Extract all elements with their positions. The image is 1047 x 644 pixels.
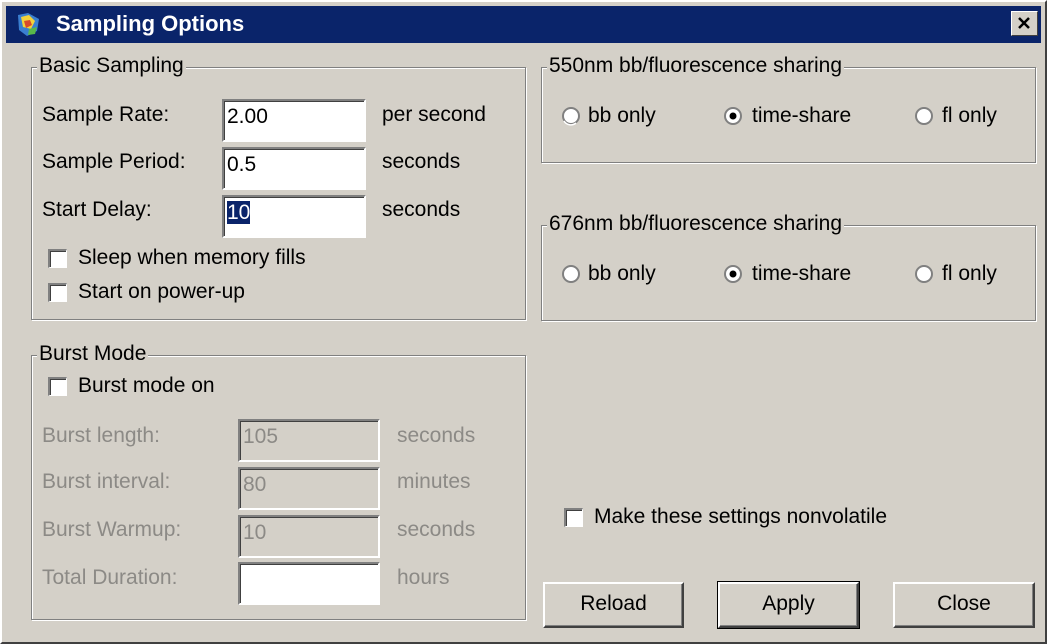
sample-period-unit: seconds [382, 150, 461, 173]
close-window-button[interactable] [1011, 11, 1038, 36]
total-duration-input[interactable] [238, 562, 380, 605]
radio-550-time-share-label[interactable]: time-share [752, 103, 851, 129]
radio-550-fl-only-label[interactable]: fl only [942, 103, 997, 129]
burst-interval-label: Burst interval: [42, 470, 171, 493]
close-button[interactable]: Close [893, 582, 1035, 628]
radio-550-bb-only[interactable] [561, 106, 581, 126]
window-title: Sampling Options [56, 11, 245, 36]
total-duration-label: Total Duration: [42, 566, 178, 589]
start-on-power-up-checkbox[interactable] [48, 283, 67, 302]
start-delay-unit: seconds [382, 198, 461, 221]
radio-676-bb-only-label[interactable]: bb only [588, 261, 656, 287]
start-on-power-up-label[interactable]: Start on power-up [78, 279, 245, 305]
burst-mode-on-checkbox[interactable] [48, 377, 67, 396]
sample-rate-label: Sample Rate: [42, 103, 170, 126]
burst-warmup-input[interactable]: 10 [238, 515, 380, 558]
sample-period-input[interactable]: 0.5 [222, 147, 366, 190]
app-icon [15, 11, 42, 38]
sharing-676-legend: 676nm bb/fluorescence sharing [547, 211, 845, 237]
burst-mode-on-label[interactable]: Burst mode on [78, 373, 215, 399]
burst-mode-legend: Burst Mode [37, 341, 149, 367]
sharing-550-legend: 550nm bb/fluorescence sharing [547, 53, 845, 79]
reload-button[interactable]: Reload [543, 582, 684, 628]
sample-rate-unit: per second [382, 103, 486, 126]
title-bar[interactable]: Sampling Options [6, 6, 1041, 43]
radio-550-time-share[interactable] [723, 106, 743, 126]
nonvolatile-label[interactable]: Make these settings nonvolatile [594, 504, 887, 530]
sample-rate-input[interactable]: 2.00 [222, 99, 366, 142]
burst-interval-input[interactable]: 80 [238, 467, 380, 510]
radio-676-bb-only[interactable] [561, 264, 581, 284]
start-delay-label: Start Delay: [42, 198, 152, 221]
apply-button[interactable]: Apply [717, 581, 860, 629]
radio-676-time-share-label[interactable]: time-share [752, 261, 851, 287]
burst-warmup-unit: seconds [397, 518, 476, 541]
radio-676-time-share[interactable] [723, 264, 743, 284]
radio-676-fl-only-label[interactable]: fl only [942, 261, 997, 287]
close-icon [1018, 17, 1030, 29]
start-delay-input[interactable]: 10 [222, 195, 366, 238]
nonvolatile-checkbox[interactable] [564, 508, 583, 527]
radio-550-fl-only[interactable] [914, 106, 934, 126]
burst-warmup-label: Burst Warmup: [42, 518, 182, 541]
sleep-when-memory-fills-label[interactable]: Sleep when memory fills [78, 245, 306, 271]
sleep-when-memory-fills-checkbox[interactable] [48, 249, 67, 268]
sample-period-label: Sample Period: [42, 150, 186, 173]
burst-interval-unit: minutes [397, 470, 471, 493]
basic-sampling-legend: Basic Sampling [37, 53, 186, 79]
radio-676-fl-only[interactable] [914, 264, 934, 284]
radio-550-bb-only-label[interactable]: bb only [588, 103, 656, 129]
burst-length-input[interactable]: 105 [238, 419, 380, 462]
total-duration-unit: hours [397, 566, 450, 589]
start-delay-selected-text: 10 [227, 201, 251, 224]
sampling-options-dialog: Sampling Options Basic Sampling Sample R… [0, 0, 1047, 644]
burst-length-label: Burst length: [42, 424, 160, 447]
burst-length-unit: seconds [397, 424, 476, 447]
